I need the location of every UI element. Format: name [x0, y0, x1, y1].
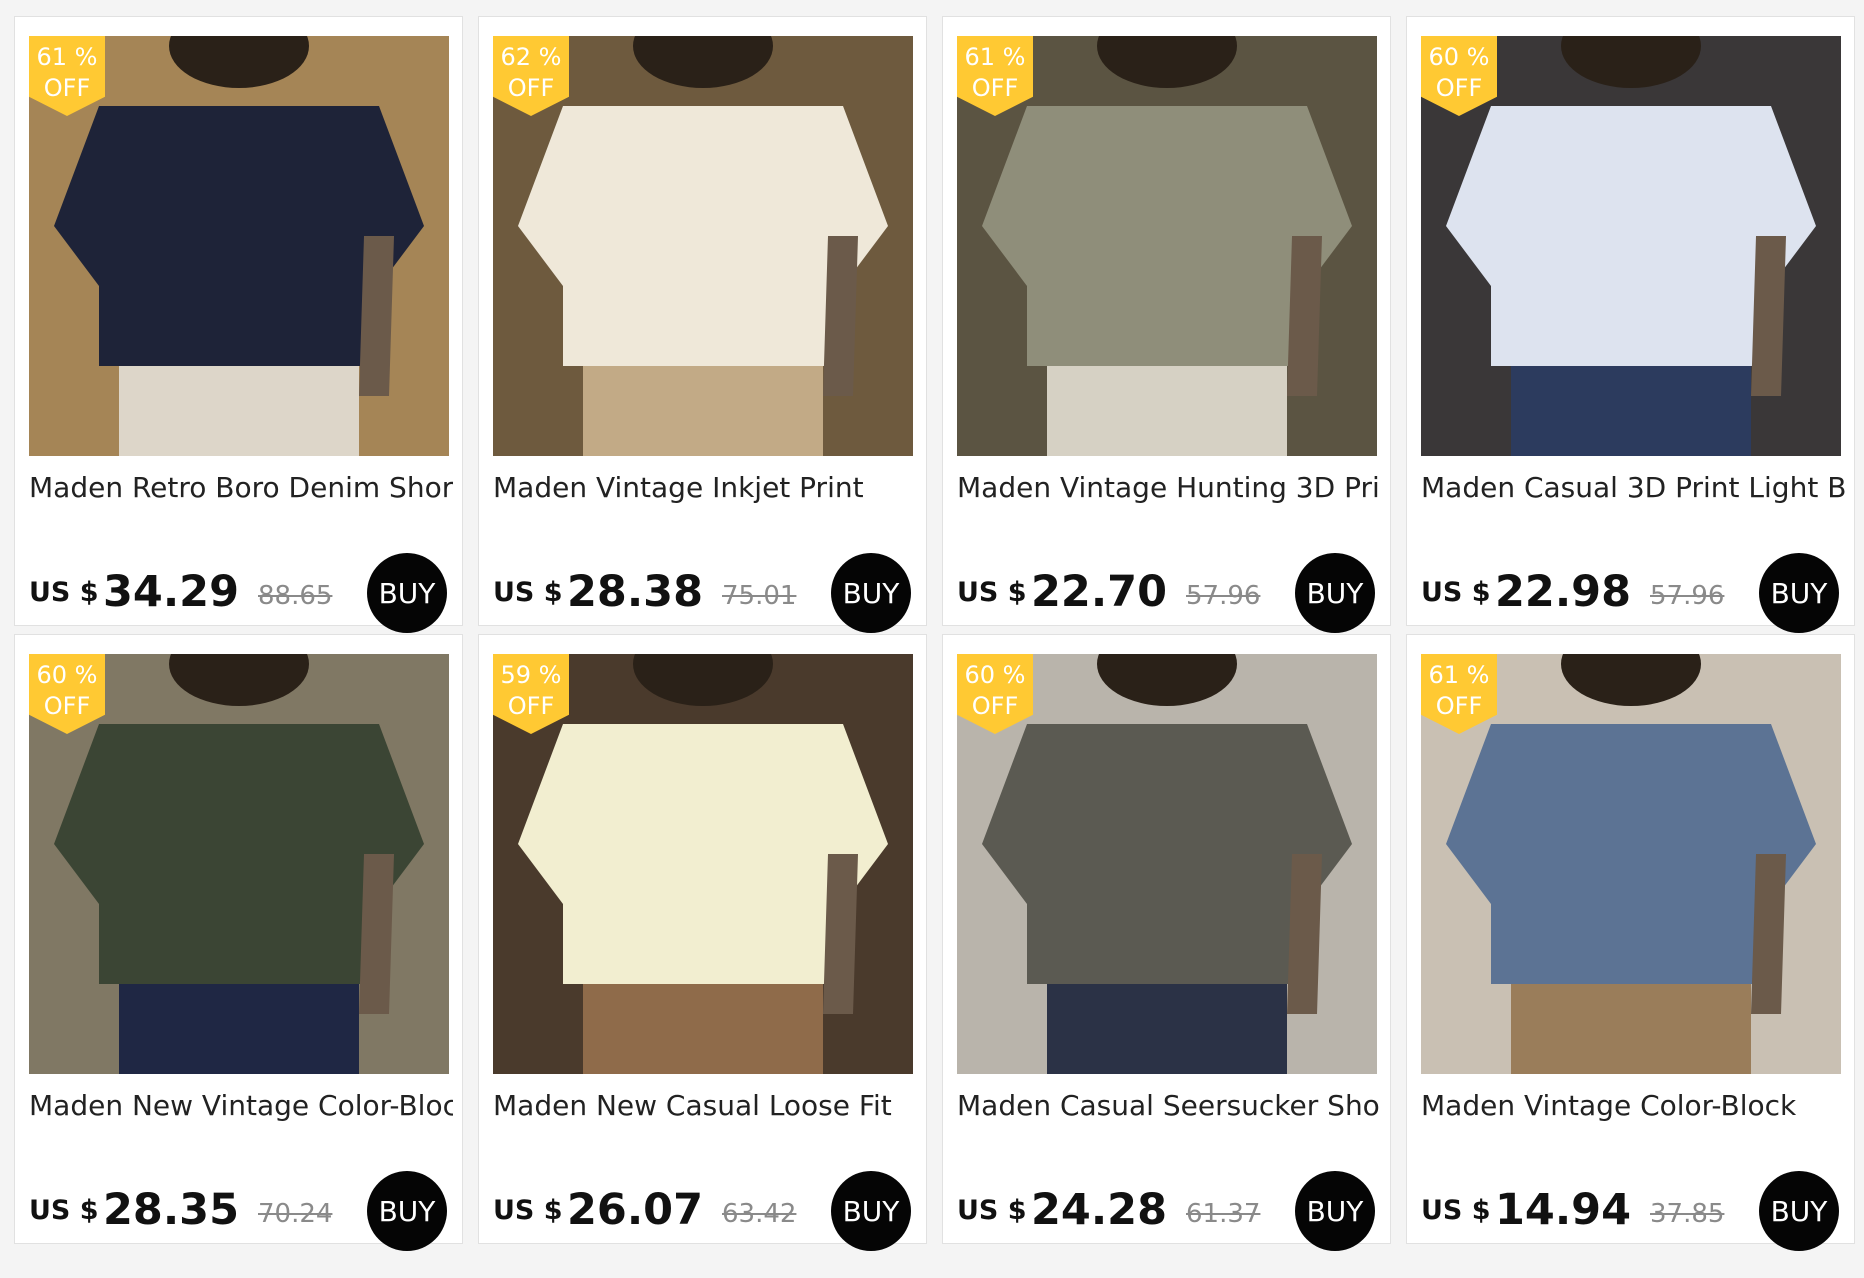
product-title[interactable]: Maden Vintage Color-Block — [1421, 1089, 1845, 1122]
original-price: 61.37 — [1186, 1199, 1261, 1229]
discount-off-label: OFF — [971, 74, 1019, 102]
product-card-3[interactable]: 61 % OFF Maden Vintage Hunting 3D Print … — [942, 16, 1391, 633]
product-image[interactable]: 61 % OFF — [957, 36, 1377, 456]
currency-label: US $ — [1421, 577, 1491, 608]
discount-percent: 60 % — [964, 661, 1026, 689]
discount-percent: 61 % — [36, 43, 98, 71]
currency-label: US $ — [957, 577, 1027, 608]
discount-off-label: OFF — [1435, 74, 1483, 102]
product-title[interactable]: Maden New Vintage Color-Block — [29, 1089, 453, 1122]
original-price: 57.96 — [1650, 581, 1725, 611]
product-card-5[interactable]: 60 % OFF Maden New Vintage Color-Block U… — [14, 634, 463, 1251]
original-price: 88.65 — [258, 581, 333, 611]
sale-price: 34.29 — [103, 567, 240, 617]
currency-label: US $ — [29, 577, 99, 608]
buy-button[interactable]: BUY — [1295, 553, 1375, 633]
currency-label: US $ — [1421, 1195, 1491, 1226]
product-card-8[interactable]: 61 % OFF Maden Vintage Color-Block US $ … — [1406, 634, 1855, 1251]
original-price: 37.85 — [1650, 1199, 1725, 1229]
product-image[interactable]: 61 % OFF — [29, 36, 449, 456]
product-title[interactable]: Maden Casual 3D Print Light Blue — [1421, 471, 1845, 504]
buy-button[interactable]: BUY — [1295, 1171, 1375, 1251]
currency-label: US $ — [493, 577, 563, 608]
product-card-4[interactable]: 60 % OFF Maden Casual 3D Print Light Blu… — [1406, 16, 1855, 633]
discount-off-label: OFF — [507, 74, 555, 102]
discount-percent: 60 % — [1428, 43, 1490, 71]
discount-off-label: OFF — [507, 692, 555, 720]
product-image[interactable]: 60 % OFF — [1421, 36, 1841, 456]
sale-price: 28.35 — [103, 1185, 240, 1235]
price-row: US $ 34.29 88.65 BUY — [29, 553, 449, 633]
price-row: US $ 22.98 57.96 BUY — [1421, 553, 1841, 633]
product-image[interactable]: 59 % OFF — [493, 654, 913, 1074]
product-card-7[interactable]: 60 % OFF Maden Casual Seersucker Short U… — [942, 634, 1391, 1251]
buy-button[interactable]: BUY — [831, 553, 911, 633]
sale-price: 28.38 — [567, 567, 704, 617]
discount-off-label: OFF — [43, 74, 91, 102]
product-image[interactable]: 62 % OFF — [493, 36, 913, 456]
product-grid: 61 % OFF Maden Retro Boro Denim Short US… — [14, 16, 1855, 1251]
product-title[interactable]: Maden Casual Seersucker Short — [957, 1089, 1381, 1122]
discount-percent: 59 % — [500, 661, 562, 689]
product-image[interactable]: 60 % OFF — [29, 654, 449, 1074]
buy-button[interactable]: BUY — [367, 1171, 447, 1251]
buy-button[interactable]: BUY — [1759, 553, 1839, 633]
currency-label: US $ — [957, 1195, 1027, 1226]
sale-price: 22.70 — [1031, 567, 1168, 617]
sale-price: 24.28 — [1031, 1185, 1168, 1235]
discount-off-label: OFF — [971, 692, 1019, 720]
price-row: US $ 24.28 61.37 BUY — [957, 1171, 1377, 1251]
sale-price: 22.98 — [1495, 567, 1632, 617]
product-card-1[interactable]: 61 % OFF Maden Retro Boro Denim Short US… — [14, 16, 463, 633]
price-row: US $ 28.38 75.01 BUY — [493, 553, 913, 633]
price-row: US $ 26.07 63.42 BUY — [493, 1171, 913, 1251]
original-price: 70.24 — [258, 1199, 333, 1229]
sale-price: 14.94 — [1495, 1185, 1632, 1235]
buy-button[interactable]: BUY — [831, 1171, 911, 1251]
product-title[interactable]: Maden Vintage Hunting 3D Print — [957, 471, 1381, 504]
original-price: 63.42 — [722, 1199, 797, 1229]
product-title[interactable]: Maden Retro Boro Denim Short — [29, 471, 453, 504]
discount-percent: 60 % — [36, 661, 98, 689]
discount-percent: 62 % — [500, 43, 562, 71]
product-image[interactable]: 60 % OFF — [957, 654, 1377, 1074]
discount-off-label: OFF — [43, 692, 91, 720]
product-image[interactable]: 61 % OFF — [1421, 654, 1841, 1074]
product-title[interactable]: Maden Vintage Inkjet Print — [493, 471, 917, 504]
price-row: US $ 22.70 57.96 BUY — [957, 553, 1377, 633]
product-card-6[interactable]: 59 % OFF Maden New Casual Loose Fit US $… — [478, 634, 927, 1251]
sale-price: 26.07 — [567, 1185, 704, 1235]
buy-button[interactable]: BUY — [1759, 1171, 1839, 1251]
discount-percent: 61 % — [964, 43, 1026, 71]
currency-label: US $ — [29, 1195, 99, 1226]
product-title[interactable]: Maden New Casual Loose Fit — [493, 1089, 917, 1122]
currency-label: US $ — [493, 1195, 563, 1226]
price-row: US $ 28.35 70.24 BUY — [29, 1171, 449, 1251]
original-price: 57.96 — [1186, 581, 1261, 611]
original-price: 75.01 — [722, 581, 797, 611]
discount-percent: 61 % — [1428, 661, 1490, 689]
price-row: US $ 14.94 37.85 BUY — [1421, 1171, 1841, 1251]
product-card-2[interactable]: 62 % OFF Maden Vintage Inkjet Print US $… — [478, 16, 927, 633]
discount-off-label: OFF — [1435, 692, 1483, 720]
buy-button[interactable]: BUY — [367, 553, 447, 633]
